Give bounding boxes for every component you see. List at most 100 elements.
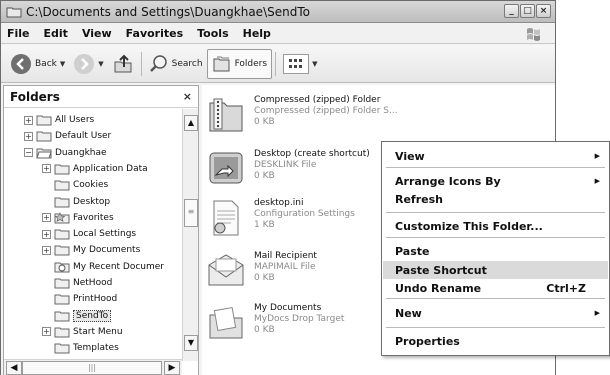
- tree-item[interactable]: PrintHood: [42, 291, 117, 307]
- tree-item[interactable]: + Application Data: [42, 161, 148, 177]
- folders-pane-close-button[interactable]: ×: [183, 90, 192, 103]
- tree-item-label: My Documents: [73, 245, 141, 256]
- tree-item[interactable]: Templates: [42, 340, 119, 356]
- file-type: Compressed (zipped) Folder S...: [254, 106, 398, 116]
- context-menu-item-label: Properties: [395, 334, 460, 348]
- menu-tools[interactable]: Tools: [197, 27, 228, 40]
- tree-item[interactable]: + Start Menu: [42, 324, 123, 340]
- tree-item[interactable]: + Default User: [24, 128, 111, 144]
- file-item[interactable]: Desktop (create shortcut) DESKLINK File 0 …: [206, 149, 370, 189]
- context-menu-item-arrange-icons-by[interactable]: Arrange Icons By ▶: [383, 172, 608, 190]
- file-type: MyDocs Drop Target: [254, 314, 345, 324]
- context-menu-item-label: New: [395, 306, 422, 320]
- back-dropdown-icon[interactable]: ▼: [60, 60, 65, 68]
- maximize-button[interactable]: □: [520, 4, 535, 18]
- forward-button[interactable]: ▼: [69, 49, 107, 79]
- context-menu-item-new[interactable]: New ▶: [383, 304, 608, 322]
- folders-pane-title: Folders: [10, 89, 60, 104]
- folder-tree-vertical-scrollbar[interactable]: ▲ ≡ ▼: [182, 109, 198, 361]
- toolbar-separator: [140, 51, 142, 76]
- scroll-left-button[interactable]: ◀: [6, 361, 22, 375]
- folders-button[interactable]: Folders: [206, 48, 273, 79]
- file-item[interactable]: Compressed (zipped) Folder Compressed (zi…: [206, 95, 398, 135]
- folder-icon: [54, 293, 70, 305]
- expand-icon[interactable]: +: [42, 245, 51, 255]
- close-button[interactable]: ×: [536, 4, 551, 18]
- tree-item-label: Local Settings: [73, 229, 137, 240]
- tree-item-label: PrintHood: [73, 294, 118, 305]
- context-menu-item-paste-shortcut[interactable]: Paste Shortcut: [383, 261, 608, 279]
- file-item[interactable]: desktop.ini Configuration Settings 1 KB: [206, 198, 355, 238]
- tree-item-label: Duangkhae: [55, 147, 107, 158]
- collapse-icon[interactable]: −: [24, 148, 33, 158]
- file-name: desktop.ini: [254, 198, 304, 208]
- horizontal-scroll-thumb[interactable]: |||: [22, 361, 162, 375]
- context-menu-item-label: Arrange Icons By: [395, 174, 501, 188]
- folder-icon: [54, 342, 70, 354]
- views-button[interactable]: ▼: [279, 49, 321, 79]
- tree-item[interactable]: Desktop: [42, 194, 110, 210]
- folders-pane: Folders × + All Users + Default User − Duangk…: [3, 85, 199, 375]
- expand-icon[interactable]: +: [42, 164, 51, 174]
- context-menu: View ▶ Arrange Icons By ▶ Refresh Customize T…: [381, 141, 610, 356]
- menu-favorites[interactable]: Favorites: [126, 27, 183, 40]
- file-size: 0 KB: [254, 325, 275, 335]
- file-size: 0 KB: [254, 171, 275, 181]
- file-item[interactable]: Mail Recipient MAPIMAIL File 0 KB: [206, 251, 317, 291]
- toolbar-separator: [275, 51, 277, 76]
- context-menu-item-undo-rename[interactable]: Undo Rename Ctrl+Z: [383, 279, 608, 297]
- tree-item[interactable]: − Duangkhae: [24, 145, 107, 161]
- tree-item[interactable]: + My Documents: [42, 242, 140, 258]
- zip-folder-icon: [206, 95, 246, 135]
- tree-item[interactable]: + All Users: [24, 112, 94, 128]
- window-title: C:\Documents and Settings\Duangkhae\Send…: [26, 4, 310, 19]
- expand-icon[interactable]: +: [42, 229, 51, 239]
- search-button[interactable]: Search: [145, 49, 207, 79]
- tree-item-label: Cookies: [73, 180, 109, 191]
- context-menu-item-paste[interactable]: Paste: [383, 242, 608, 260]
- tree-item[interactable]: SendTo: [42, 308, 112, 324]
- up-folder-button[interactable]: [108, 49, 138, 79]
- expand-icon[interactable]: +: [24, 131, 33, 141]
- scroll-down-button[interactable]: ▼: [184, 335, 198, 351]
- expand-icon[interactable]: +: [42, 327, 51, 337]
- file-item[interactable]: My Documents MyDocs Drop Target 0 KB: [206, 303, 344, 343]
- tree-item[interactable]: + Favorites: [42, 210, 114, 226]
- expand-icon[interactable]: +: [42, 213, 51, 223]
- minimize-button[interactable]: _: [504, 4, 519, 18]
- folder-icon: [36, 114, 52, 126]
- context-menu-item-properties[interactable]: Properties: [383, 332, 608, 350]
- scroll-right-button[interactable]: ▶: [164, 361, 180, 375]
- folder-open-icon: [36, 147, 52, 159]
- context-menu-item-view[interactable]: View ▶: [383, 147, 608, 165]
- back-button[interactable]: Back ▼: [6, 49, 69, 79]
- folder-icon: [54, 228, 70, 240]
- file-name: Desktop (create shortcut): [254, 149, 370, 159]
- tree-item[interactable]: Cookies: [42, 177, 108, 193]
- context-menu-item-customize-this-folder[interactable]: Customize This Folder...: [383, 217, 608, 235]
- folder-tree-horizontal-scrollbar[interactable]: ◀ ||| ▶: [4, 359, 182, 375]
- scroll-up-button[interactable]: ▲: [184, 115, 198, 131]
- file-name: My Documents: [254, 303, 322, 313]
- tree-item[interactable]: + Local Settings: [42, 226, 136, 242]
- scroll-thumb[interactable]: ≡: [184, 199, 198, 227]
- tree-item-label: Favorites: [73, 212, 114, 223]
- views-dropdown-icon[interactable]: ▼: [312, 60, 317, 68]
- tree-item[interactable]: NetHood: [42, 275, 112, 291]
- menu-bar: File Edit View Favorites Tools Help: [1, 24, 555, 44]
- tree-item[interactable]: My Recent Documer: [42, 259, 164, 275]
- menu-help[interactable]: Help: [243, 27, 271, 40]
- file-type: DESKLINK File: [254, 160, 317, 170]
- file-size: 0 KB: [254, 117, 275, 127]
- tree-item-label: Application Data: [73, 163, 148, 174]
- menu-edit[interactable]: Edit: [44, 27, 68, 40]
- context-menu-item-label: Refresh: [395, 192, 443, 206]
- title-bar[interactable]: C:\Documents and Settings\Duangkhae\Send…: [1, 1, 555, 23]
- folder-tree: + All Users + Default User − Duangkhae + Applic…: [4, 112, 182, 362]
- menu-file[interactable]: File: [7, 27, 30, 40]
- expand-icon[interactable]: +: [24, 115, 33, 125]
- file-type: MAPIMAIL File: [254, 262, 316, 272]
- context-menu-item-refresh[interactable]: Refresh: [383, 190, 608, 208]
- forward-dropdown-icon[interactable]: ▼: [98, 60, 103, 68]
- menu-view[interactable]: View: [82, 27, 112, 40]
